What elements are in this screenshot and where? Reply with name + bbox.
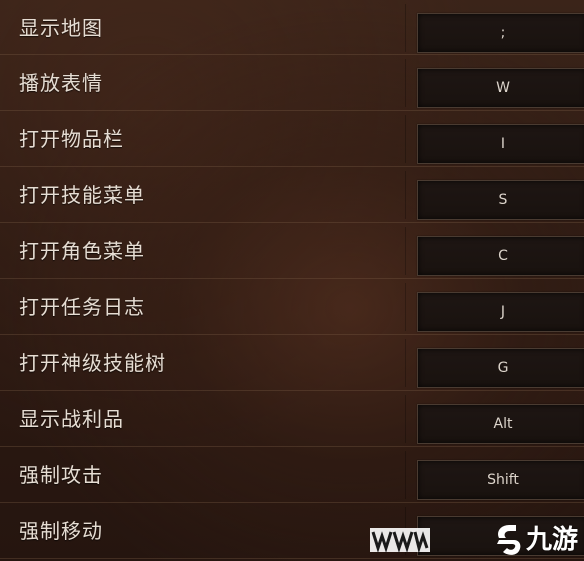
keybinding-list: 显示地图 ; 播放表情 W 打开物品栏 I 打开技能菜单 S 打开角色菜单 C …: [0, 0, 584, 559]
key-assign-button[interactable]: G: [417, 348, 584, 388]
action-label: 打开任务日志: [19, 295, 145, 319]
action-label: 打开物品栏: [19, 127, 124, 151]
key-value: S: [498, 192, 508, 208]
key-assign-button[interactable]: S: [417, 180, 584, 220]
key-value: C: [498, 248, 508, 264]
key-value: Shift: [487, 472, 519, 488]
ww-logo-icon: [370, 528, 430, 554]
action-label: 打开神级技能树: [19, 351, 166, 375]
action-label: 打开技能菜单: [19, 183, 145, 207]
keybinding-row-show-loot: 显示战利品 Alt: [0, 391, 584, 447]
key-value: Alt: [493, 416, 513, 432]
key-assign-button[interactable]: Shift: [417, 460, 584, 500]
keybinding-row-force-attack: 强制攻击 Shift: [0, 447, 584, 503]
keybinding-row-show-map: 显示地图 ;: [0, 0, 584, 55]
keybinding-row-inventory: 打开物品栏 I: [0, 111, 584, 167]
key-assign-button[interactable]: J: [417, 292, 584, 332]
key-assign-button[interactable]: Alt: [417, 404, 584, 444]
keybinding-row-skills: 打开技能菜单 S: [0, 167, 584, 223]
key-assign-button[interactable]: I: [417, 124, 584, 164]
key-assign-button[interactable]: C: [417, 236, 584, 276]
action-label: 强制移动: [19, 519, 103, 543]
action-label: 强制攻击: [19, 463, 103, 487]
keybinding-row-god-skill-tree: 打开神级技能树 G: [0, 335, 584, 391]
action-label: 播放表情: [19, 71, 103, 95]
key-assign-button[interactable]: ;: [417, 13, 584, 53]
key-value: I: [500, 136, 506, 152]
action-label: 显示地图: [19, 16, 103, 40]
action-label: 显示战利品: [19, 407, 124, 431]
key-value: ;: [500, 25, 506, 41]
key-value: G: [497, 360, 509, 376]
keybinding-row-emote: 播放表情 W: [0, 55, 584, 111]
nine-game-logo-icon: [497, 525, 521, 555]
key-value: W: [496, 80, 510, 96]
watermark-brand-text: 九游: [526, 525, 579, 555]
keybinding-row-quest-log: 打开任务日志 J: [0, 279, 584, 335]
action-label: 打开角色菜单: [19, 239, 145, 263]
key-value: J: [500, 304, 506, 320]
site-watermark: 九游: [366, 520, 584, 561]
keybinding-row-character: 打开角色菜单 C: [0, 223, 584, 279]
key-assign-button[interactable]: W: [417, 68, 584, 108]
